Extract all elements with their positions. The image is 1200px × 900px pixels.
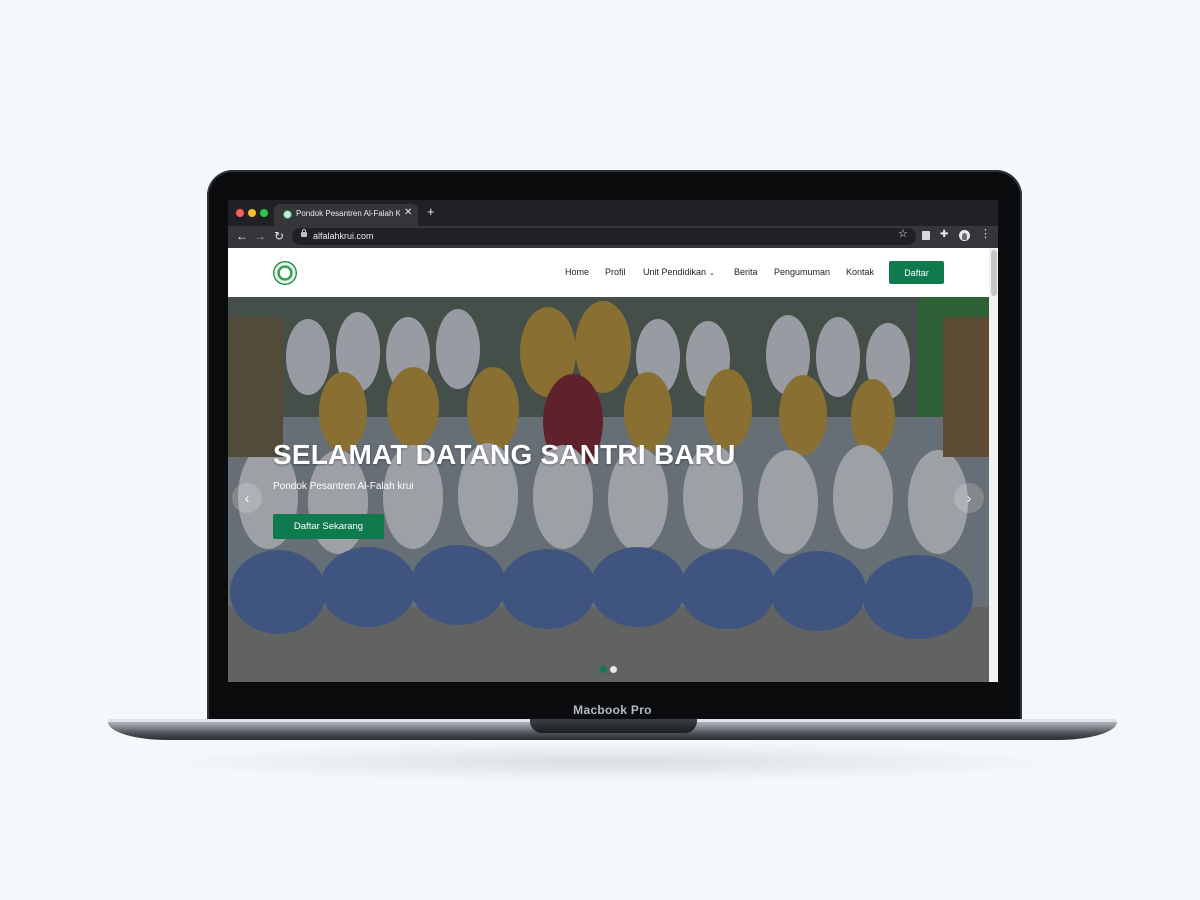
nav-profil[interactable]: Profil xyxy=(605,267,626,277)
nav-home[interactable]: Home xyxy=(565,267,589,277)
tab-close-icon[interactable]: ✕ xyxy=(404,207,412,218)
forward-arrow-icon[interactable]: → xyxy=(254,229,266,243)
nav-berita[interactable]: Berita xyxy=(734,267,758,277)
carousel-indicator-1[interactable] xyxy=(600,666,607,673)
window-zoom-button[interactable] xyxy=(260,209,268,217)
daftar-button[interactable]: Daftar xyxy=(889,261,944,284)
window-close-button[interactable] xyxy=(236,209,244,217)
kebab-menu-icon[interactable]: ⋮ xyxy=(980,228,991,240)
screen: Pondok Pesantren Al-Falah Krui ✕ + ← → ↻… xyxy=(228,200,998,682)
hero-carousel: ‹ › SELAMAT DATANG SANTRI BARU Pondok Pe… xyxy=(228,297,989,682)
carousel-next-arrow-icon[interactable]: › xyxy=(954,483,984,513)
browser-tab[interactable]: Pondok Pesantren Al-Falah Krui ✕ xyxy=(274,204,418,226)
scrollbar-thumb[interactable] xyxy=(991,250,997,296)
address-bar[interactable]: alfalahkrui.com xyxy=(292,228,916,245)
back-arrow-icon[interactable]: ← xyxy=(236,229,248,243)
chevron-down-icon: ⌄ xyxy=(709,270,715,277)
daftar-sekarang-button[interactable]: Daftar Sekarang xyxy=(273,514,384,539)
nav-unit-pendidikan-label: Unit Pendidikan xyxy=(643,267,707,277)
bookmark-star-icon[interactable]: ☆ xyxy=(898,227,908,240)
tab-title: Pondok Pesantren Al-Falah Krui xyxy=(296,209,400,218)
site-favicon-icon xyxy=(283,210,292,219)
url-text[interactable]: alfalahkrui.com xyxy=(313,231,374,241)
laptop-notch xyxy=(530,719,697,733)
laptop-shadow xyxy=(150,742,1070,782)
reload-icon[interactable]: ↻ xyxy=(274,229,284,243)
lock-icon[interactable] xyxy=(301,229,307,237)
nav-unit-pendidikan[interactable]: Unit Pendidikan ⌄ xyxy=(643,267,715,277)
carousel-indicator-2[interactable] xyxy=(610,666,617,673)
browser-toolbar: ← → ↻ alfalahkrui.com xyxy=(228,226,998,248)
hero-title: SELAMAT DATANG SANTRI BARU xyxy=(273,439,736,470)
nav-pengumuman[interactable]: Pengumuman xyxy=(774,267,830,277)
window-minimize-button[interactable] xyxy=(248,209,256,217)
puzzle-icon[interactable]: ✚ xyxy=(940,229,948,240)
webpage: Home Profil Unit Pendidikan ⌄ Berita Peng… xyxy=(228,248,998,682)
browser-tab-bar: Pondok Pesantren Al-Falah Krui ✕ + xyxy=(228,200,998,226)
carousel-prev-arrow-icon[interactable]: ‹ xyxy=(232,483,262,513)
new-tab-button[interactable]: + xyxy=(427,205,435,219)
nav-kontak[interactable]: Kontak xyxy=(846,267,874,277)
hero-subtitle: Pondok Pesantren Al-Falah krui xyxy=(273,481,414,492)
extension-icon[interactable] xyxy=(922,231,930,240)
site-navbar: Home Profil Unit Pendidikan ⌄ Berita Peng… xyxy=(228,248,989,297)
site-logo[interactable] xyxy=(273,261,297,285)
device-label: Macbook Pro xyxy=(573,703,652,717)
page-scrollbar[interactable] xyxy=(989,248,998,682)
profile-icon[interactable] xyxy=(959,230,970,241)
